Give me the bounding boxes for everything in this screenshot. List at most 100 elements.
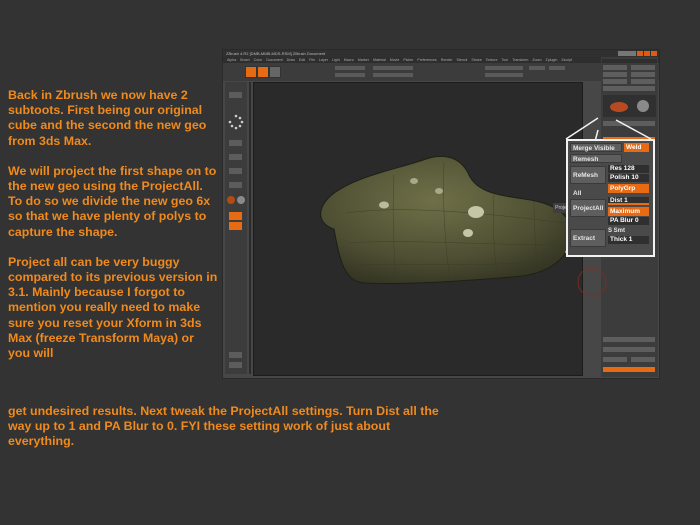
menu-item-draw[interactable]: Draw [287, 58, 295, 62]
toolbar-field-6[interactable] [485, 73, 523, 77]
menu-item-stencil[interactable]: Stencil [457, 58, 468, 62]
menu-item-render[interactable]: Render [441, 58, 453, 62]
maximum-button[interactable]: Maximum [608, 207, 649, 216]
menu-item-movie[interactable]: Movie [390, 58, 400, 62]
color-swatch-back[interactable] [229, 222, 242, 230]
toolbar-field-2[interactable] [335, 73, 365, 77]
move-mode-button[interactable] [269, 66, 281, 78]
shoe-model-render [320, 155, 572, 285]
layers-button[interactable] [603, 337, 655, 342]
minimize-button[interactable] [637, 51, 643, 56]
res-slider[interactable]: Res 128 [608, 165, 649, 173]
menu-item-stroke[interactable]: Stroke [471, 58, 481, 62]
dist-slider-fill [608, 203, 649, 205]
window-controls [618, 51, 657, 56]
geometry-button[interactable] [603, 347, 655, 352]
menu-item-brush[interactable]: Brush [240, 58, 249, 62]
menu-item-material[interactable]: Material [373, 58, 386, 62]
toolbar-field-3[interactable] [373, 66, 413, 70]
subtool-button[interactable] [603, 121, 655, 126]
zoom-callout-panel: Merge Visible Weld Remesh ReMesh All Res… [566, 139, 655, 257]
lower-res-button[interactable] [603, 357, 627, 362]
shelf-button-2[interactable] [229, 140, 242, 146]
palette-header [602, 59, 657, 63]
menu-item-zoom[interactable]: Zoom [532, 58, 541, 62]
note-paragraph-3: Project all can be very buggy compared t… [8, 254, 218, 361]
draw-mode-button[interactable] [257, 66, 269, 78]
shelf-button-1[interactable] [229, 92, 242, 98]
shelf-button-5[interactable] [229, 182, 242, 188]
polish-slider[interactable]: Polish 10 [608, 174, 649, 182]
close-button[interactable] [651, 51, 657, 56]
menu-item-transform[interactable]: Transform [512, 58, 528, 62]
remesh-label[interactable]: Remesh [570, 154, 622, 163]
s-smt-slider[interactable]: S Smt [608, 228, 649, 234]
shelf-button-4[interactable] [229, 168, 242, 174]
eyelet-hole-3 [379, 201, 389, 209]
top-toolbar [223, 63, 659, 81]
toolbar-field-5[interactable] [485, 66, 523, 70]
save-tool-button[interactable] [631, 65, 655, 70]
higher-res-button[interactable] [631, 357, 655, 362]
polish-label: Polish [610, 174, 630, 181]
menu-item-tool[interactable]: Tool [502, 58, 509, 62]
shelf-button-6[interactable] [229, 352, 242, 358]
export-button[interactable] [631, 72, 655, 77]
polish-value: 10 [631, 174, 639, 181]
tutorial-notes: Back in Zbrush we now have 2 subtoots. F… [8, 88, 218, 376]
menu-item-picker[interactable]: Picker [403, 58, 413, 62]
eyelet-hole-5 [463, 229, 473, 237]
shelf-button-7[interactable] [229, 362, 242, 368]
window-title: ZBrush 4.R2 [DMB-MMB-MDS-RSM] ZBrush Doc… [226, 51, 326, 56]
menu-item-marker[interactable]: Marker [358, 58, 369, 62]
res-label: Res [610, 165, 622, 172]
toolbar-field-1[interactable] [335, 66, 365, 70]
merge-visible-button[interactable]: Merge Visible [570, 143, 622, 152]
menu-item-document[interactable]: Document [266, 58, 282, 62]
pa-blur-slider[interactable]: PA Blur 0 [608, 217, 649, 225]
menu-item-edit[interactable]: Edit [299, 58, 305, 62]
toolbar-field-7[interactable] [529, 66, 545, 70]
load-tool-button[interactable] [603, 65, 627, 70]
menu-item-zscript[interactable]: Zscript [561, 58, 572, 62]
shelf-button-3[interactable] [229, 154, 242, 160]
thick-slider[interactable]: Thick 1 [608, 236, 649, 244]
menu-item-zplugin[interactable]: Zplugin [546, 58, 558, 62]
pa-blur-label: PA Blur [610, 217, 634, 224]
menu-item-alpha[interactable]: Alpha [227, 58, 236, 62]
menu-item-layer[interactable]: Layer [319, 58, 328, 62]
layout-button[interactable] [618, 51, 636, 56]
maximize-button[interactable] [644, 51, 650, 56]
project-all-button[interactable]: ProjectAll [570, 199, 606, 217]
menu-item-texture[interactable]: Texture [486, 58, 498, 62]
menu-item-preferences[interactable]: Preferences [417, 58, 436, 62]
edit-mode-button[interactable] [245, 66, 257, 78]
left-shelf [225, 82, 247, 374]
menu-item-macro[interactable]: Macro [344, 58, 354, 62]
menu-item-color[interactable]: Color [254, 58, 263, 62]
viewport-canvas[interactable] [253, 82, 583, 376]
material-spheres-icon[interactable] [225, 192, 247, 208]
tool-thumbnail-icon[interactable] [603, 95, 656, 117]
goz-button[interactable] [603, 86, 655, 91]
brush-stroke-icon[interactable] [225, 112, 247, 134]
dist-slider[interactable]: Dist 1 [608, 197, 649, 205]
polygrp-button[interactable]: PolyGrp [608, 184, 649, 193]
remesh-all-button[interactable]: ReMesh All [570, 166, 606, 197]
color-swatch-front[interactable] [229, 212, 242, 220]
eyelet-hole-1 [410, 178, 418, 184]
sdiv-slider[interactable] [603, 367, 655, 372]
left-tray-divider [249, 82, 251, 374]
clone-button[interactable] [603, 79, 627, 84]
note-paragraph-2: We will project the first shape on to th… [8, 163, 217, 239]
menu-item-file[interactable]: File [309, 58, 315, 62]
toolbar-field-8[interactable] [549, 66, 565, 70]
toolbar-field-4[interactable] [373, 73, 413, 77]
menu-item-light[interactable]: Light [332, 58, 340, 62]
title-bar: ZBrush 4.R2 [DMB-MMB-MDS-RSM] ZBrush Doc… [223, 50, 659, 57]
weld-button[interactable]: Weld [624, 143, 649, 152]
make-polymesh-button[interactable] [631, 79, 655, 84]
import-button[interactable] [603, 72, 627, 77]
thick-value: 1 [628, 236, 633, 243]
extract-button[interactable]: Extract [570, 229, 606, 247]
